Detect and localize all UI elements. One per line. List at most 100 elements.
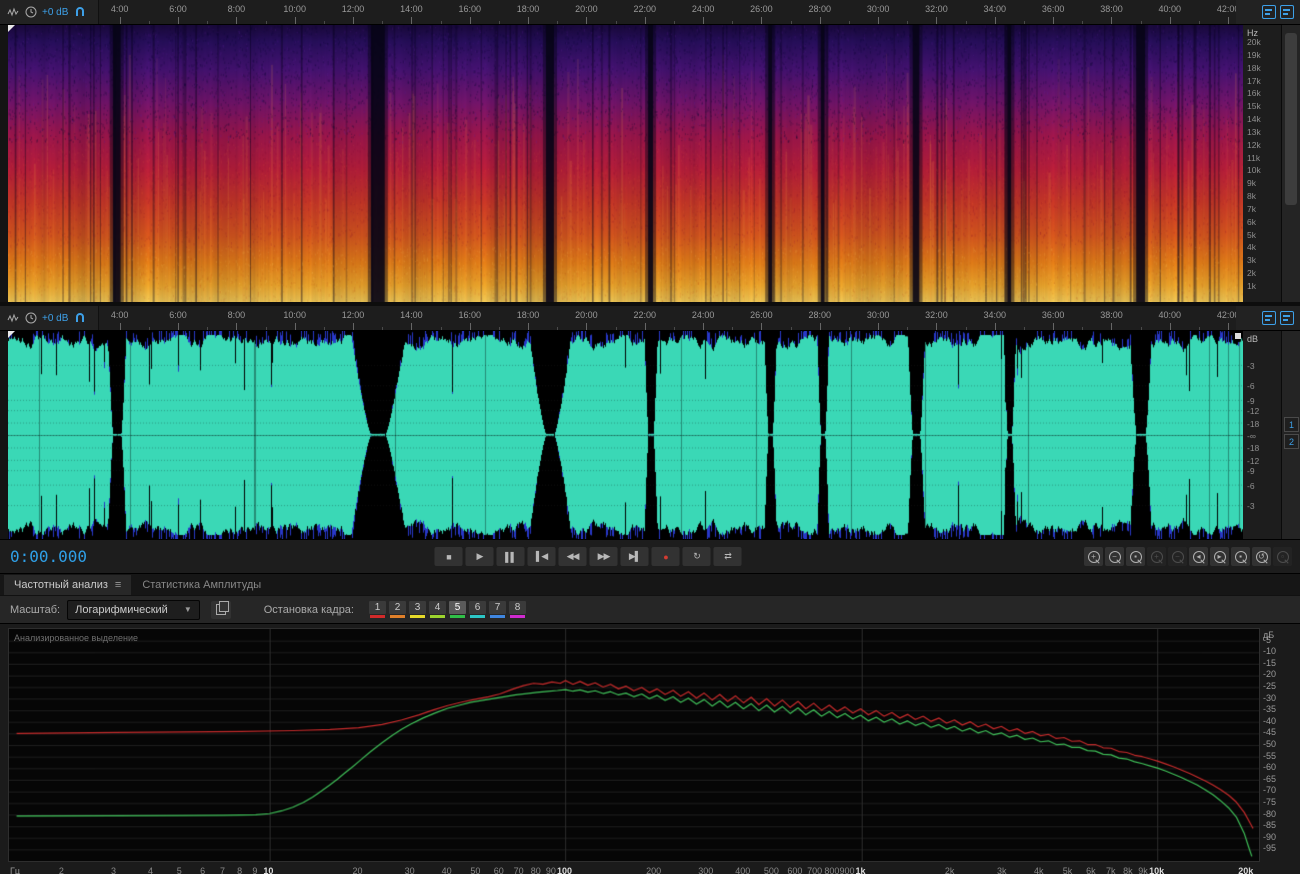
spectrogram-display[interactable]	[8, 25, 1243, 302]
zoom-to-selection-button[interactable]: ▪	[1126, 547, 1145, 566]
level-meter-icon[interactable]	[6, 6, 19, 19]
ruler-tick	[878, 17, 880, 24]
playhead-marker[interactable]	[8, 25, 15, 32]
skip-selection-button[interactable]: ⇄	[713, 547, 742, 566]
frame-hold-4[interactable]: 4	[428, 601, 446, 618]
scrollbar-thumb[interactable]	[1285, 33, 1297, 205]
ruler-time-label: 34:00	[983, 310, 1007, 320]
ruler-tick	[440, 21, 442, 24]
panel-corner-icon-1[interactable]	[1262, 5, 1276, 19]
frame-hold-8[interactable]: 8	[508, 601, 526, 618]
waveform-display[interactable]	[8, 331, 1243, 539]
panel-corner-icon-2[interactable]	[1280, 5, 1294, 19]
zoom-out-time-button[interactable]: −	[1105, 547, 1124, 566]
hz-axis-label: 600	[787, 866, 803, 874]
scale-dropdown[interactable]: Логарифмический ▼	[67, 599, 200, 620]
tab-amplitude-statistics[interactable]: Статистика Амплитуды	[132, 575, 271, 595]
zoom-full-selection-button[interactable]: ▪	[1231, 547, 1250, 566]
hz-axis-label: 4	[148, 866, 154, 874]
frame-hold-color-bar	[429, 615, 445, 618]
ruler-tick	[1140, 21, 1142, 24]
ruler-tick	[119, 323, 121, 330]
ruler-tick	[557, 327, 559, 330]
ruler-tick	[528, 323, 530, 330]
magnet-icon[interactable]	[73, 6, 86, 19]
panel-menu-icon[interactable]: ≡	[115, 579, 121, 591]
ruler-tick	[1198, 21, 1200, 24]
ruler-tick	[790, 21, 792, 24]
frame-hold-color-bar	[469, 615, 485, 618]
magnet-icon[interactable]	[73, 312, 86, 325]
panel-corner-icon-2[interactable]	[1280, 311, 1294, 325]
clock-icon[interactable]	[24, 6, 37, 19]
record-button[interactable]: ●	[651, 547, 680, 566]
skip-to-end-button[interactable]: ▶▌	[620, 547, 649, 566]
gain-value-label[interactable]: +0 dB	[42, 7, 68, 18]
frequency-analysis-plot[interactable]	[8, 628, 1260, 862]
amplitude-axis-label: -9	[1247, 466, 1255, 477]
frame-hold-button-label: 7	[488, 601, 506, 614]
clip-handle-icon[interactable]	[1235, 333, 1241, 339]
zoom-in-amplitude-button: +	[1147, 547, 1166, 566]
frequency-axis-label: 12k	[1247, 139, 1261, 150]
frequency-axis-label: 18k	[1247, 62, 1261, 73]
amplitude-axis-unit: dB	[1247, 334, 1259, 344]
ruler-tick	[207, 21, 209, 24]
x-axis-unit: Гц	[10, 866, 21, 874]
chevron-down-icon: ▼	[183, 605, 192, 614]
ruler-tick	[615, 21, 617, 24]
fast-forward-button[interactable]: ▶▶	[589, 547, 618, 566]
db-axis-label: -95	[1263, 843, 1277, 854]
zoom-misc-button: ▫	[1273, 547, 1292, 566]
tab-frequency-analysis[interactable]: Частотный анализ ≡	[4, 575, 132, 595]
audio-editor-window: { "colors": { "accent_blue": "#3da0e8", …	[0, 0, 1300, 874]
time-display[interactable]: 0:00.000	[10, 547, 87, 566]
hz-axis-label: 20	[352, 866, 363, 874]
frame-hold-7[interactable]: 7	[488, 601, 506, 618]
level-meter-icon[interactable]	[6, 312, 19, 325]
timeline-ruler[interactable]: 4:00 6:00 8:00 10:00 12:00 14:00 16:00 18:00 20:…	[0, 0, 1300, 24]
ruler-tick	[323, 327, 325, 330]
timeline-ruler[interactable]: 4:00 6:00 8:00 10:00 12:00 14:00 16:00 18:00 20:…	[0, 306, 1300, 330]
ruler-time-label: 18:00	[516, 4, 540, 14]
spectral-display-panel: 4:00 6:00 8:00 10:00 12:00 14:00 16:00 18:00 20:…	[0, 0, 1300, 302]
frame-hold-3[interactable]: 3	[408, 601, 426, 618]
ruler-time-label: 4:00	[110, 310, 129, 320]
hz-axis-label: 400	[735, 866, 751, 874]
frequency-axis-label: 20k	[1247, 37, 1261, 47]
amplitude-axis-label: -12	[1247, 406, 1260, 417]
frame-hold-2[interactable]: 2	[388, 601, 406, 618]
skip-to-start-button[interactable]: ▌◀	[527, 547, 556, 566]
playhead-marker[interactable]	[8, 331, 15, 338]
rewind-button[interactable]: ◀◀	[558, 547, 587, 566]
gain-value-label[interactable]: +0 dB	[42, 313, 68, 324]
amplitude-axis-label: -12	[1247, 455, 1260, 466]
ruler-time-label: 22:00	[633, 4, 656, 14]
loop-playback-button[interactable]: ↻	[682, 547, 711, 566]
amplitude-axis-label: -9	[1247, 395, 1255, 406]
reset-zoom-button[interactable]: ↺	[1252, 547, 1271, 566]
frame-hold-5[interactable]: 5	[448, 601, 466, 618]
zoom-in-time-button[interactable]: +	[1084, 547, 1103, 566]
play-button[interactable]: ▶	[465, 547, 494, 566]
zoom-selection-in-point-button[interactable]: ◂	[1189, 547, 1208, 566]
copy-graph-button[interactable]	[210, 600, 231, 619]
zoom-selection-out-point-button[interactable]: ▸	[1210, 547, 1229, 566]
frame-hold-6[interactable]: 6	[468, 601, 486, 618]
panel-corner-icon-1[interactable]	[1262, 311, 1276, 325]
frame-hold-button-label: 4	[428, 601, 446, 614]
hz-axis-label: 500	[763, 866, 779, 874]
pause-button[interactable]: ▌▌	[496, 547, 525, 566]
db-axis-label: -20	[1263, 669, 1277, 680]
vertical-scrollbar[interactable]	[1281, 25, 1300, 302]
db-axis-label: -45	[1263, 727, 1277, 738]
amplitude-axis: dB -3 -3 -6 -6 -9 -9 -12 -12 -18 -18 -∞	[1243, 331, 1281, 539]
frame-hold-1[interactable]: 1	[368, 601, 386, 618]
db-axis-label: -50	[1263, 739, 1277, 749]
ruler-time-label: 40:00	[1158, 310, 1182, 320]
ruler-time-label: 8:00	[227, 4, 246, 14]
clock-icon[interactable]	[24, 312, 37, 325]
stop-button[interactable]: ■	[434, 547, 463, 566]
channel-2-badge[interactable]: 2	[1284, 434, 1299, 449]
channel-1-badge[interactable]: 1	[1284, 417, 1299, 432]
